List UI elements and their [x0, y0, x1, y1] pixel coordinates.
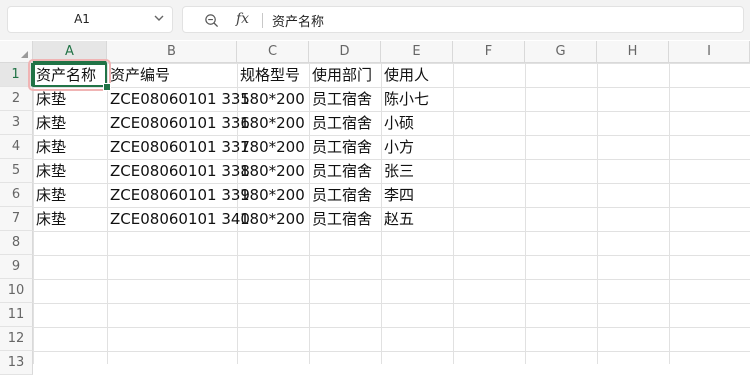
row-header-9[interactable]: 9	[0, 255, 33, 279]
cell-a4[interactable]: 床垫	[33, 135, 107, 159]
cell-c1[interactable]: 规格型号	[237, 63, 309, 87]
cell-b1[interactable]: 资产编号	[107, 63, 237, 87]
cell-e3[interactable]: 小硕	[381, 111, 453, 135]
row-header-3[interactable]: 3	[0, 111, 33, 135]
cell-c5[interactable]: 180*200	[237, 159, 309, 183]
name-box[interactable]: A1	[7, 6, 173, 33]
column-header-e[interactable]: E	[381, 41, 453, 63]
formula-separator	[262, 13, 263, 28]
grid-line	[525, 63, 526, 364]
cell-d3[interactable]: 员工宿舍	[309, 111, 381, 135]
formula-toolbar: A1 fx 资产名称	[0, 0, 750, 40]
cell-b5[interactable]: ZCE08060101 338	[107, 159, 250, 183]
column-header-bar: A B C D E F G H I	[0, 41, 750, 63]
cell-c4[interactable]: 180*200	[237, 135, 309, 159]
cell-d2[interactable]: 员工宿舍	[309, 87, 381, 111]
cell-e5[interactable]: 张三	[381, 159, 453, 183]
cell-b3[interactable]: ZCE08060101 336	[107, 111, 250, 135]
cell-d6[interactable]: 员工宿舍	[309, 183, 381, 207]
grid-line	[597, 63, 598, 364]
formula-content[interactable]: 资产名称	[272, 11, 324, 30]
column-header-i[interactable]: I	[669, 41, 750, 63]
column-header-c[interactable]: C	[237, 41, 309, 63]
cell-c6[interactable]: 180*200	[237, 183, 309, 207]
cell-e2[interactable]: 陈小七	[381, 87, 453, 111]
cell-e1[interactable]: 使用人	[381, 63, 453, 87]
cell-c2[interactable]: 180*200	[237, 87, 309, 111]
row-header-12[interactable]: 12	[0, 327, 33, 351]
cell-b2[interactable]: ZCE08060101 335	[107, 87, 250, 111]
cell-a3[interactable]: 床垫	[33, 111, 107, 135]
function-icon[interactable]: fx	[236, 11, 249, 27]
cell-e6[interactable]: 李四	[381, 183, 453, 207]
cell-b7[interactable]: ZCE08060101 340	[107, 207, 250, 231]
grid-line	[669, 63, 670, 364]
select-all-button[interactable]	[0, 41, 33, 63]
zoom-icon[interactable]	[204, 13, 219, 28]
formula-input[interactable]: fx 资产名称	[182, 6, 744, 33]
column-header-b[interactable]: B	[107, 41, 237, 63]
column-header-f[interactable]: F	[453, 41, 525, 63]
chevron-down-icon[interactable]	[153, 11, 165, 25]
select-all-triangle-icon	[21, 51, 28, 58]
row-header-11[interactable]: 11	[0, 303, 33, 327]
cell-a7[interactable]: 床垫	[33, 207, 107, 231]
cell-c3[interactable]: 180*200	[237, 111, 309, 135]
fill-handle[interactable]	[103, 83, 111, 91]
column-header-g[interactable]: G	[525, 41, 597, 63]
cell-a6[interactable]: 床垫	[33, 183, 107, 207]
cell-b4[interactable]: ZCE08060101 337	[107, 135, 250, 159]
cell-b6[interactable]: ZCE08060101 339	[107, 183, 250, 207]
cell-c7[interactable]: 180*200	[237, 207, 309, 231]
row-header-13[interactable]: 13	[0, 351, 33, 375]
cell-d5[interactable]: 员工宿舍	[309, 159, 381, 183]
row-header-10[interactable]: 10	[0, 279, 33, 303]
cell-e4[interactable]: 小方	[381, 135, 453, 159]
name-box-value: A1	[74, 12, 90, 26]
cell-e7[interactable]: 赵五	[381, 207, 453, 231]
grid-line	[453, 63, 454, 364]
row-header-4[interactable]: 4	[0, 135, 33, 159]
cell-d7[interactable]: 员工宿舍	[309, 207, 381, 231]
active-cell-border	[33, 63, 107, 87]
column-header-h[interactable]: H	[597, 41, 669, 63]
row-header-7[interactable]: 7	[0, 207, 33, 231]
column-header-d[interactable]: D	[309, 41, 381, 63]
row-header-5[interactable]: 5	[0, 159, 33, 183]
cell-d1[interactable]: 使用部门	[309, 63, 381, 87]
row-header-2[interactable]: 2	[0, 87, 33, 111]
cell-d4[interactable]: 员工宿舍	[309, 135, 381, 159]
row-header-6[interactable]: 6	[0, 183, 33, 207]
cell-a5[interactable]: 床垫	[33, 159, 107, 183]
row-header-8[interactable]: 8	[0, 231, 33, 255]
